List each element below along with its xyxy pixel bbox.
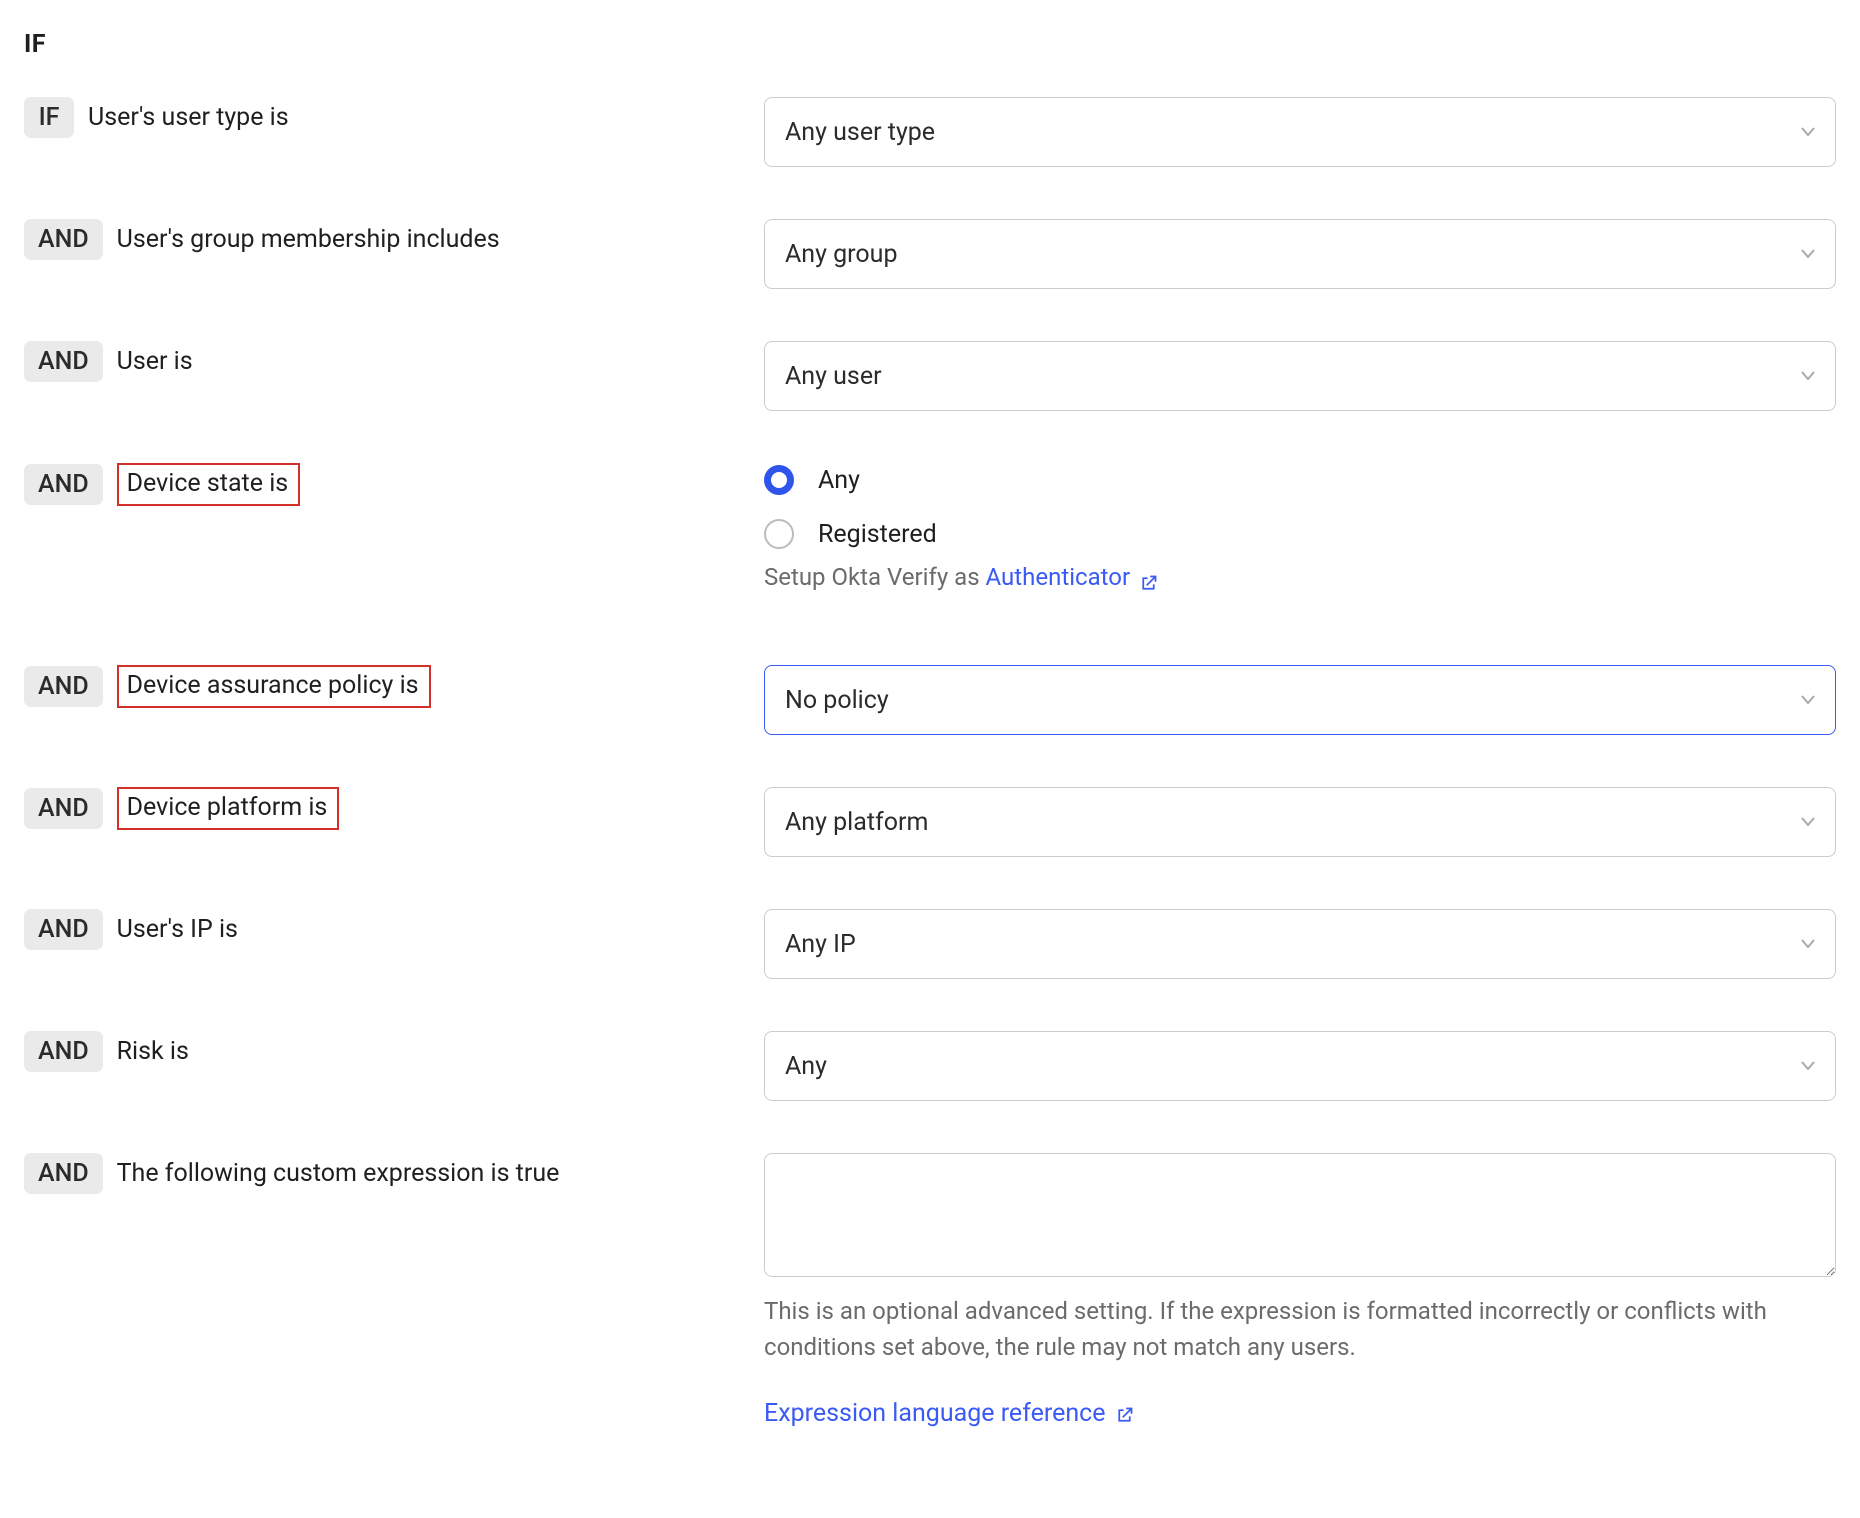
row-device-state: AND Device state is Any Registered Setup… <box>24 463 1836 595</box>
chevron-down-icon <box>1801 371 1815 381</box>
condition-label-user-type: User's user type is <box>88 103 289 132</box>
chevron-down-icon <box>1801 695 1815 705</box>
condition-label-group: User's group membership includes <box>117 225 500 254</box>
authenticator-link[interactable]: Authenticator <box>986 559 1160 595</box>
chevron-down-icon <box>1801 249 1815 259</box>
radio-device-state-registered[interactable] <box>764 519 794 549</box>
operator-badge: AND <box>24 464 103 505</box>
condition-label-device-platform: Device platform is <box>117 787 340 830</box>
condition-label-device-state: Device state is <box>117 463 301 506</box>
external-link-icon <box>1114 1404 1135 1425</box>
condition-label-expression: The following custom expression is true <box>117 1159 560 1188</box>
expression-textarea[interactable] <box>764 1153 1836 1277</box>
operator-badge: AND <box>24 909 103 950</box>
select-user-ip[interactable]: Any IP <box>764 909 1836 979</box>
external-link-icon <box>1138 568 1159 589</box>
operator-badge: AND <box>24 341 103 382</box>
chevron-down-icon <box>1801 817 1815 827</box>
select-value: Any <box>785 1052 827 1081</box>
row-device-assurance: AND Device assurance policy is No policy <box>24 665 1836 735</box>
select-user-type[interactable]: Any user type <box>764 97 1836 167</box>
select-value: Any user type <box>785 118 935 147</box>
condition-rows: IF User's user type is Any user type AND… <box>24 97 1836 1428</box>
operator-badge: AND <box>24 219 103 260</box>
operator-badge: AND <box>24 1153 103 1194</box>
helper-text: Setup Okta Verify as <box>764 563 986 591</box>
select-value: Any group <box>785 240 898 269</box>
expression-helper: This is an optional advanced setting. If… <box>764 1293 1836 1365</box>
condition-label-user-is: User is <box>117 347 193 376</box>
chevron-down-icon <box>1801 939 1815 949</box>
row-custom-expression: AND The following custom expression is t… <box>24 1153 1836 1428</box>
section-title: IF <box>24 30 1836 59</box>
radio-device-state-any[interactable] <box>764 465 794 495</box>
radio-label: Registered <box>818 520 937 549</box>
row-device-platform: AND Device platform is Any platform <box>24 787 1836 857</box>
row-group-membership: AND User's group membership includes Any… <box>24 219 1836 289</box>
radio-label: Any <box>818 466 860 495</box>
select-value: Any IP <box>785 930 856 959</box>
select-value: No policy <box>785 686 889 715</box>
operator-badge: AND <box>24 1031 103 1072</box>
select-user[interactable]: Any user <box>764 341 1836 411</box>
row-user-type: IF User's user type is Any user type <box>24 97 1836 167</box>
radio-group-device-state: Any Registered <box>764 463 1836 549</box>
expression-reference-link[interactable]: Expression language reference <box>764 1399 1135 1428</box>
select-value: Any platform <box>785 808 928 837</box>
row-risk: AND Risk is Any <box>24 1031 1836 1101</box>
condition-label-risk: Risk is <box>117 1037 189 1066</box>
operator-badge: AND <box>24 788 103 829</box>
operator-badge: IF <box>24 97 74 138</box>
row-user-ip: AND User's IP is Any IP <box>24 909 1836 979</box>
select-value: Any user <box>785 362 882 391</box>
row-user-is: AND User is Any user <box>24 341 1836 411</box>
chevron-down-icon <box>1801 1061 1815 1071</box>
select-device-platform[interactable]: Any platform <box>764 787 1836 857</box>
condition-label-user-ip: User's IP is <box>117 915 238 944</box>
select-device-assurance[interactable]: No policy <box>764 665 1836 735</box>
device-state-helper: Setup Okta Verify as Authenticator <box>764 559 1836 595</box>
chevron-down-icon <box>1801 127 1815 137</box>
operator-badge: AND <box>24 666 103 707</box>
select-risk[interactable]: Any <box>764 1031 1836 1101</box>
condition-label-device-assurance: Device assurance policy is <box>117 665 431 708</box>
select-group[interactable]: Any group <box>764 219 1836 289</box>
